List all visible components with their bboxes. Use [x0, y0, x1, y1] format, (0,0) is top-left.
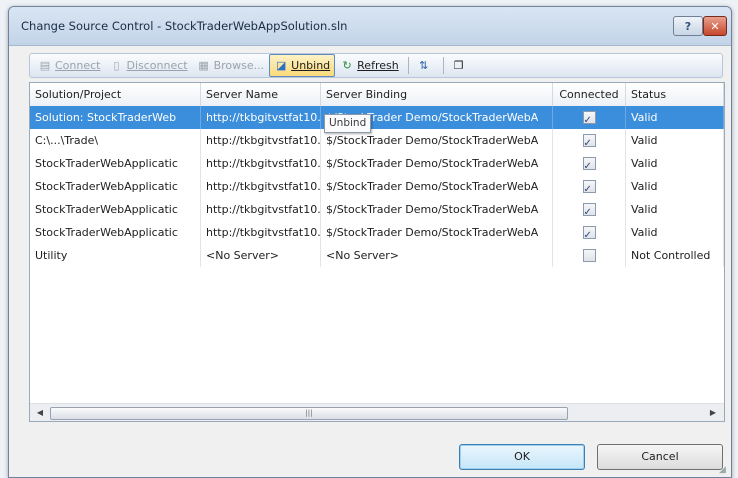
grid-header: Solution/Project Server Name Server Bind… — [30, 83, 724, 107]
ok-button[interactable]: OK — [459, 444, 585, 470]
server-name-cell: http://tkbgitvstfat10. — [201, 198, 321, 221]
disconnect-button[interactable]: ▯ Disconnect — [105, 55, 191, 76]
project-cell: StockTraderWebApplicatic — [30, 221, 201, 244]
table-row[interactable]: StockTraderWebApplicatic http://tkbgitvs… — [30, 152, 724, 175]
server-binding-cell: <No Server> — [321, 244, 553, 267]
refresh-label: Refresh — [357, 59, 399, 72]
refresh-button[interactable]: ↻ Refresh — [336, 55, 403, 76]
column-header-status[interactable]: Status — [626, 83, 724, 106]
connected-checkbox[interactable] — [582, 109, 596, 129]
connected-checkbox[interactable] — [582, 155, 596, 175]
server-name-cell: <No Server> — [201, 244, 321, 267]
table-row[interactable]: StockTraderWebApplicatic http://tkbgitvs… — [30, 221, 724, 244]
window-title: Change Source Control - StockTraderWebAp… — [21, 19, 348, 33]
connected-cell — [553, 152, 626, 175]
unbind-tooltip: Unbind — [324, 114, 372, 133]
status-cell: Not Controlled — [626, 244, 724, 267]
properties-icon: ❐ — [453, 59, 464, 72]
status-cell: Valid — [626, 129, 724, 152]
server-name-cell: http://tkbgitvstfat10. — [201, 106, 321, 129]
browse-label: Browse... — [213, 59, 265, 72]
project-cell: StockTraderWebApplicatic — [30, 152, 201, 175]
project-cell: Utility — [30, 244, 201, 267]
project-cell: Solution: StockTraderWeb — [30, 106, 201, 129]
bindings-grid: Solution/Project Server Name Server Bind… — [29, 82, 725, 422]
column-header-connected[interactable]: Connected — [553, 83, 626, 106]
connected-cell — [553, 106, 626, 129]
status-cell: Valid — [626, 106, 724, 129]
browse-icon: ▦ — [198, 59, 209, 72]
unbind-button[interactable]: ◪ Unbind — [269, 54, 336, 77]
project-cell: StockTraderWebApplicatic — [30, 198, 201, 221]
resize-grip-icon[interactable]: ◢ — [719, 465, 729, 475]
connected-checkbox[interactable] — [582, 224, 596, 244]
column-header-solution-project[interactable]: Solution/Project — [30, 83, 201, 106]
connect-label: Connect — [55, 59, 101, 72]
column-header-server-binding[interactable]: Server Binding — [321, 83, 553, 106]
project-cell: C:\...\Trade\ — [30, 129, 201, 152]
connected-cell — [553, 198, 626, 221]
help-button[interactable]: ? — [673, 16, 703, 36]
server-name-cell: http://tkbgitvstfat10. — [201, 152, 321, 175]
connected-cell — [553, 244, 626, 267]
project-cell: StockTraderWebApplicatic — [30, 175, 201, 198]
status-cell: Valid — [626, 175, 724, 198]
scroll-thumb[interactable]: ||| — [50, 407, 568, 420]
refresh-icon: ↻ — [342, 59, 352, 72]
status-cell: Valid — [626, 198, 724, 221]
toolbar-separator — [442, 57, 444, 74]
unbind-icon: ◪ — [275, 59, 287, 72]
unbind-label: Unbind — [291, 59, 331, 72]
scroll-right-icon[interactable]: ▶ — [706, 406, 720, 419]
close-button[interactable]: ✕ — [703, 16, 727, 36]
table-row[interactable]: Solution: StockTraderWeb http://tkbgitvs… — [30, 106, 724, 129]
toolbar: ▤ Connect ▯ Disconnect ▦ Browse... ◪ Unb… — [29, 53, 723, 78]
table-row[interactable]: StockTraderWebApplicatic http://tkbgitvs… — [30, 198, 724, 221]
browse-button[interactable]: ▦ Browse... — [193, 55, 269, 76]
connect-icon: ▤ — [39, 59, 51, 72]
table-row[interactable]: C:\...\Trade\ http://tkbgitvstfat10. $/S… — [30, 129, 724, 152]
status-cell: Valid — [626, 152, 724, 175]
status-cell: Valid — [626, 221, 724, 244]
change-source-control-dialog: Change Source Control - StockTraderWebAp… — [8, 6, 732, 478]
sort-button[interactable]: ⇅ — [413, 55, 438, 76]
connected-checkbox[interactable] — [582, 132, 596, 152]
cancel-button[interactable]: Cancel — [597, 444, 723, 470]
connected-checkbox[interactable] — [582, 249, 596, 262]
server-binding-cell: $/StockTrader Demo/StockTraderWebA — [321, 198, 553, 221]
connected-cell — [553, 175, 626, 198]
sort-icon: ⇅ — [419, 59, 429, 72]
horizontal-scrollbar[interactable]: ◀ ||| ▶ — [30, 403, 724, 421]
toolbar-separator — [407, 57, 409, 74]
connected-cell — [553, 221, 626, 244]
server-name-cell: http://tkbgitvstfat10. — [201, 221, 321, 244]
disconnect-label: Disconnect — [126, 59, 188, 72]
column-header-server-name[interactable]: Server Name — [201, 83, 321, 106]
scroll-left-icon[interactable]: ◀ — [33, 406, 47, 419]
title-bar: Change Source Control - StockTraderWebAp… — [9, 7, 731, 46]
connected-checkbox[interactable] — [582, 178, 596, 198]
properties-button[interactable]: ❐ — [448, 55, 473, 76]
server-binding-cell: $/StockTrader Demo/StockTraderWebA — [321, 152, 553, 175]
table-row[interactable]: Utility <No Server> <No Server> Not Cont… — [30, 244, 724, 267]
server-name-cell: http://tkbgitvstfat10. — [201, 175, 321, 198]
connected-cell — [553, 129, 626, 152]
disconnect-icon: ▯ — [113, 59, 120, 72]
server-binding-cell: $/StockTrader Demo/StockTraderWebA — [321, 175, 553, 198]
server-binding-cell: $/StockTrader Demo/StockTraderWebA — [321, 221, 553, 244]
server-name-cell: http://tkbgitvstfat10. — [201, 129, 321, 152]
connect-button[interactable]: ▤ Connect — [34, 55, 104, 76]
connected-checkbox[interactable] — [582, 201, 596, 221]
table-row[interactable]: StockTraderWebApplicatic http://tkbgitvs… — [30, 175, 724, 198]
